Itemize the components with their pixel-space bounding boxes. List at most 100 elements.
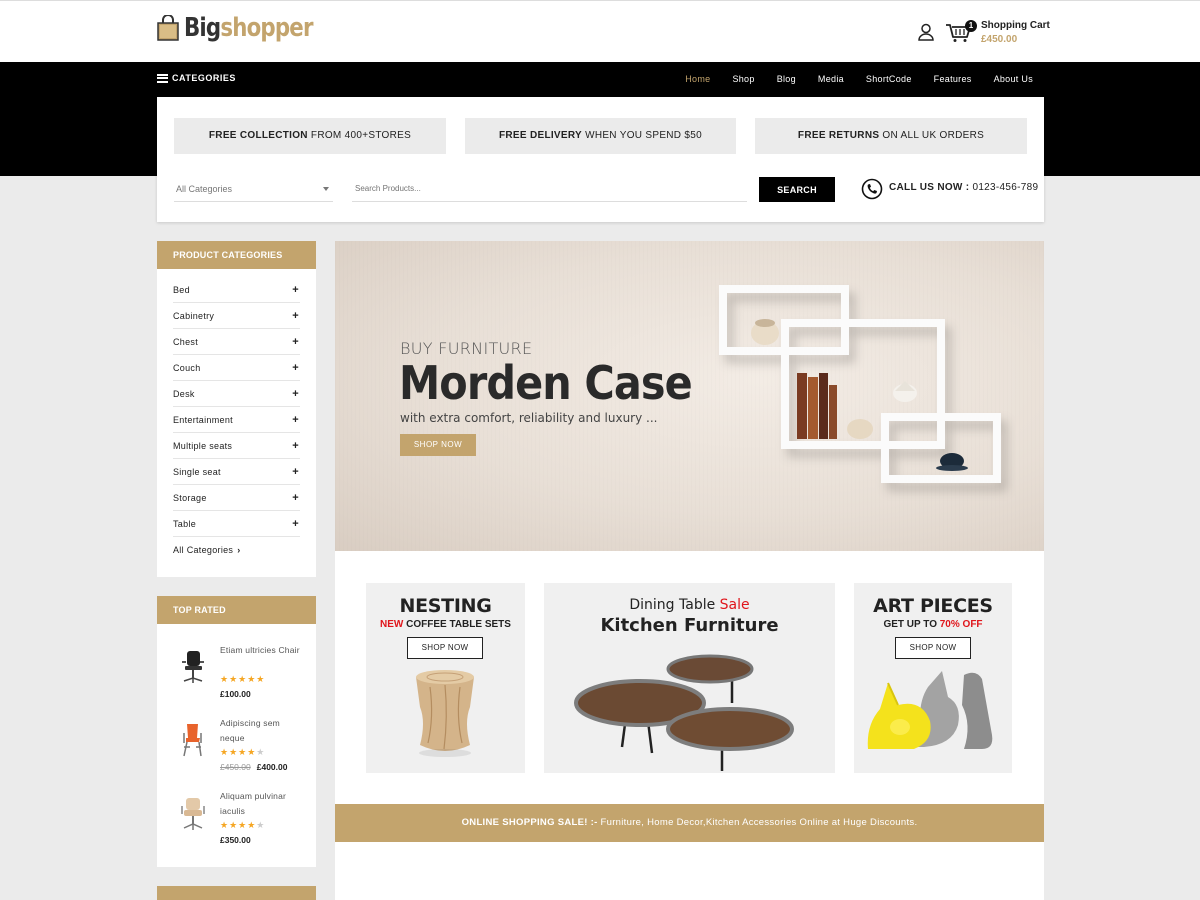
top-header: Bigshopper 1 Shopping Cart £450.00: [0, 0, 1200, 62]
promo-bold: FREE DELIVERY: [499, 130, 582, 141]
promo-bold: FREE COLLECTION: [208, 130, 308, 141]
top-rated-item[interactable]: Adipiscing sem neque ★★★★★ £450.00 £400.0…: [157, 697, 316, 772]
hero-banner: BUY FURNITURE Morden Case with extra com…: [335, 241, 1044, 551]
call-us-number: 0123-456-789: [969, 182, 1039, 193]
plus-icon[interactable]: +: [292, 310, 299, 322]
sale-bar-bold: ONLINE SHOPPING SALE! :-: [461, 817, 598, 828]
plus-icon[interactable]: +: [292, 388, 299, 400]
nav-item-blog[interactable]: Blog: [777, 74, 796, 84]
tile-title: Kitchen Furniture: [600, 615, 779, 636]
top-rated-name[interactable]: Adipiscing sem neque: [220, 716, 300, 746]
art-sculpture-image: [867, 671, 993, 749]
top-rated-price: £350.00: [220, 835, 251, 845]
art-pieces-promo-tile[interactable]: ART PIECES GET UP TO 70% OFF SHOP NOW: [854, 583, 1012, 773]
bag-logo-icon: [157, 15, 179, 41]
dining-table-promo-tile[interactable]: Dining Table Sale Kitchen Furniture: [544, 583, 835, 773]
category-label: Entertainment: [173, 414, 233, 425]
category-label: Single seat: [173, 466, 221, 477]
tile-subtitle: GET UP TO 70% OFF: [854, 619, 1012, 630]
nav-menu: Home Shop Blog Media ShortCode Features …: [663, 74, 1033, 84]
call-us-label: CALL US NOW :: [889, 182, 970, 193]
category-item-storage[interactable]: Storage +: [173, 485, 300, 511]
art-shop-now-button[interactable]: SHOP NOW: [895, 637, 971, 659]
star-rating: ★★★★★: [220, 747, 266, 757]
sale-bar-text: Furniture, Home Decor,Kitchen Accessorie…: [597, 817, 918, 828]
menu-icon: [157, 73, 168, 83]
category-item-single-seat[interactable]: Single seat +: [173, 459, 300, 485]
plus-icon[interactable]: +: [292, 492, 299, 504]
category-label: Desk: [173, 388, 195, 399]
nesting-tables-image: [574, 654, 794, 771]
category-item-desk[interactable]: Desk +: [173, 381, 300, 407]
category-item-entertainment[interactable]: Entertainment +: [173, 407, 300, 433]
wooden-stool-image: [416, 670, 474, 757]
tile-subtitle-highlight: Sale: [719, 597, 750, 613]
top-rated-item[interactable]: Aliquam pulvinar iaculis ★★★★★ £350.00: [157, 770, 316, 845]
categories-toggle-label: CATEGORIES: [172, 73, 236, 83]
category-list: Bed + Cabinetry + Chest + Couch + Desk + Ente…: [157, 269, 316, 563]
category-label: Multiple seats: [173, 440, 233, 451]
logo-text-big: Big: [184, 13, 221, 43]
all-categories-link[interactable]: All Categories ›: [173, 537, 300, 563]
star-rating: ★★★★★: [220, 674, 266, 684]
user-icon[interactable]: [917, 23, 935, 41]
category-label: Table: [173, 518, 197, 529]
nesting-promo-tile[interactable]: NESTING NEW COFFEE TABLE SETS SHOP NOW: [366, 583, 525, 773]
category-item-chest[interactable]: Chest +: [173, 329, 300, 355]
category-item-multiple-seats[interactable]: Multiple seats +: [173, 433, 300, 459]
wall-shelf-image: [719, 285, 1001, 483]
nesting-shop-now-button[interactable]: SHOP NOW: [407, 637, 483, 659]
hero-shop-now-button[interactable]: SHOP NOW: [400, 434, 476, 456]
nav-item-home[interactable]: Home: [685, 74, 710, 84]
category-select[interactable]: All Categories: [174, 176, 333, 202]
tile-subtitle: NEW COFFEE TABLE SETS: [366, 619, 525, 630]
search-button[interactable]: SEARCH: [759, 177, 835, 202]
orange-chair-image[interactable]: [177, 721, 209, 759]
cart-count-badge: 1: [965, 20, 977, 32]
beige-chair-image[interactable]: [177, 794, 209, 832]
promo-search-panel: FREE COLLECTION FROM 400+STORES FREE DEL…: [157, 97, 1044, 222]
category-label: Couch: [173, 362, 201, 373]
nav-item-about-us[interactable]: About Us: [994, 74, 1033, 84]
site-logo[interactable]: Bigshopper: [157, 13, 341, 43]
product-categories-title: PRODUCT CATEGORIES: [157, 241, 316, 269]
nav-item-shop[interactable]: Shop: [732, 74, 754, 84]
search-input[interactable]: [352, 176, 747, 202]
top-rated-name[interactable]: Etiam ultricies Chair: [220, 643, 300, 658]
nav-item-shortcode[interactable]: ShortCode: [866, 74, 912, 84]
plus-icon[interactable]: +: [292, 362, 299, 374]
category-item-table[interactable]: Table +: [173, 511, 300, 537]
category-item-couch[interactable]: Couch +: [173, 355, 300, 381]
phone-icon: [861, 178, 883, 200]
hero-title: Morden Case: [399, 356, 693, 410]
nav-item-media[interactable]: Media: [818, 74, 844, 84]
plus-icon[interactable]: +: [292, 466, 299, 478]
plus-icon[interactable]: +: [292, 284, 299, 296]
categories-menu-toggle[interactable]: CATEGORIES: [157, 73, 236, 83]
tile-title: NESTING: [399, 595, 492, 617]
plus-icon[interactable]: +: [292, 336, 299, 348]
current-price: £350.00: [220, 835, 251, 845]
plus-icon[interactable]: +: [292, 518, 299, 530]
chevron-right-icon: ›: [237, 545, 241, 555]
category-label: Chest: [173, 336, 199, 347]
cart-total: £450.00: [981, 34, 1018, 45]
plus-icon[interactable]: +: [292, 414, 299, 426]
cart-title[interactable]: Shopping Cart: [981, 20, 1050, 31]
category-item-cabinetry[interactable]: Cabinetry +: [173, 303, 300, 329]
main-content: BUY FURNITURE Morden Case with extra com…: [335, 241, 1044, 900]
category-label: Storage: [173, 492, 207, 503]
plus-icon[interactable]: +: [292, 440, 299, 452]
product-categories-widget: PRODUCT CATEGORIES Bed + Cabinetry + Chest…: [157, 241, 316, 577]
category-item-bed[interactable]: Bed +: [173, 277, 300, 303]
tile-subtitle-highlight: 70% OFF: [939, 619, 983, 630]
logo-text-shopper: shopper: [220, 13, 313, 43]
office-chair-image[interactable]: [177, 648, 209, 686]
tile-subtitle: Dining Table Sale: [544, 597, 835, 613]
nav-item-features[interactable]: Features: [934, 74, 972, 84]
top-rated-title: TOP RATED: [157, 596, 316, 624]
top-rated-item[interactable]: Etiam ultricies Chair ★★★★★ £100.00: [157, 624, 316, 699]
online-sale-banner: ONLINE SHOPPING SALE! :- Furniture, Home…: [335, 804, 1044, 842]
top-rated-name[interactable]: Aliquam pulvinar iaculis: [220, 789, 300, 819]
promo-text: WHEN YOU SPEND $50: [582, 130, 702, 141]
